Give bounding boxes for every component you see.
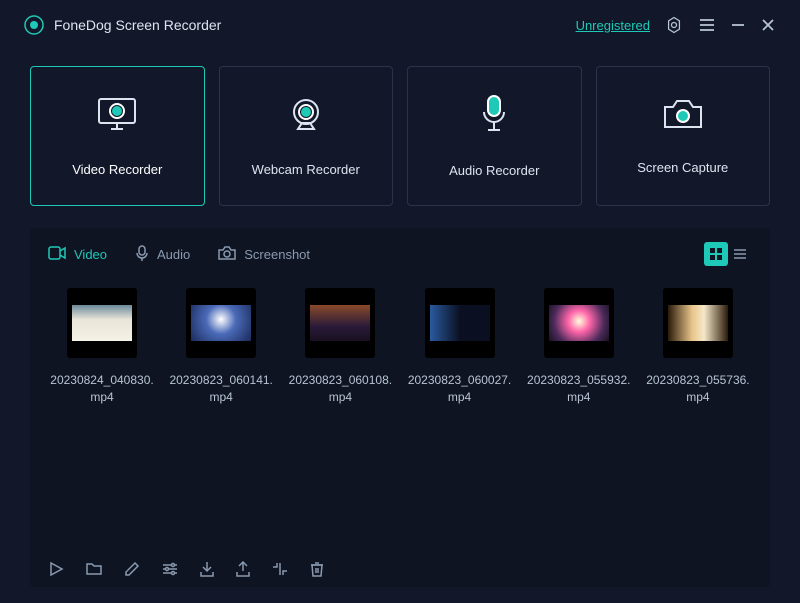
titlebar: FoneDog Screen Recorder Unregistered: [0, 0, 800, 50]
tab-audio-label: Audio: [157, 247, 190, 262]
app-title: FoneDog Screen Recorder: [54, 17, 221, 33]
file-item[interactable]: 20230823_055736.mp4: [644, 288, 752, 406]
recordings-panel: Video Audio Screenshot: [30, 228, 770, 587]
export-button[interactable]: [236, 561, 250, 577]
grid-view-button[interactable]: [704, 242, 728, 266]
unregistered-link[interactable]: Unregistered: [576, 18, 650, 33]
mode-row: Video Recorder Webcam Recorder Audio Rec…: [0, 50, 800, 214]
view-toggle: [704, 242, 752, 266]
thumbnail: [186, 288, 256, 358]
audio-tab-icon: [135, 245, 149, 264]
file-name: 20230823_055736.mp4: [644, 372, 752, 406]
file-name: 20230823_060141.mp4: [167, 372, 275, 406]
file-item[interactable]: 20230824_040830.mp4: [48, 288, 156, 406]
panel-toolbar: [48, 551, 752, 577]
camera-icon: [661, 97, 705, 138]
play-button[interactable]: [48, 561, 64, 577]
close-button[interactable]: [760, 17, 776, 33]
edit-button[interactable]: [124, 561, 140, 577]
adjust-button[interactable]: [162, 561, 178, 577]
microphone-icon: [478, 94, 510, 141]
file-item[interactable]: 20230823_060108.mp4: [286, 288, 394, 406]
mode-label-webcam: Webcam Recorder: [252, 162, 360, 177]
tab-video[interactable]: Video: [48, 246, 107, 263]
file-name: 20230823_055932.mp4: [525, 372, 633, 406]
titlebar-right: Unregistered: [576, 15, 776, 35]
file-name: 20230823_060108.mp4: [286, 372, 394, 406]
thumbnail: [305, 288, 375, 358]
thumbnail-grid: 20230824_040830.mp4 20230823_060141.mp4 …: [48, 288, 752, 406]
thumbnail: [67, 288, 137, 358]
mode-label-capture: Screen Capture: [637, 160, 728, 175]
mode-label-video: Video Recorder: [72, 162, 162, 177]
file-item[interactable]: 20230823_060027.mp4: [406, 288, 514, 406]
app-logo-icon: [24, 15, 44, 35]
tab-screenshot[interactable]: Screenshot: [218, 246, 310, 263]
convert-button[interactable]: [272, 561, 288, 577]
monitor-record-icon: [93, 95, 141, 140]
tab-screenshot-label: Screenshot: [244, 247, 310, 262]
mode-card-webcam-recorder[interactable]: Webcam Recorder: [219, 66, 394, 206]
panel-tabs: Video Audio Screenshot: [48, 242, 752, 266]
thumbnail: [544, 288, 614, 358]
thumbnail: [425, 288, 495, 358]
open-folder-button[interactable]: [86, 561, 102, 577]
import-button[interactable]: [200, 561, 214, 577]
mode-card-audio-recorder[interactable]: Audio Recorder: [407, 66, 582, 206]
mode-card-video-recorder[interactable]: Video Recorder: [30, 66, 205, 206]
app-window: FoneDog Screen Recorder Unregistered Vid…: [0, 0, 800, 603]
screenshot-tab-icon: [218, 246, 236, 263]
mode-card-screen-capture[interactable]: Screen Capture: [596, 66, 771, 206]
file-item[interactable]: 20230823_055932.mp4: [525, 288, 633, 406]
tab-video-label: Video: [74, 247, 107, 262]
mode-label-audio: Audio Recorder: [449, 163, 539, 178]
list-view-button[interactable]: [728, 242, 752, 266]
file-name: 20230823_060027.mp4: [406, 372, 514, 406]
tab-audio[interactable]: Audio: [135, 245, 190, 264]
thumbnail: [663, 288, 733, 358]
file-item[interactable]: 20230823_060141.mp4: [167, 288, 275, 406]
delete-button[interactable]: [310, 561, 324, 577]
titlebar-left: FoneDog Screen Recorder: [24, 15, 221, 35]
menu-button[interactable]: [698, 16, 716, 34]
settings-button[interactable]: [664, 15, 684, 35]
file-name: 20230824_040830.mp4: [48, 372, 156, 406]
video-tab-icon: [48, 246, 66, 263]
minimize-button[interactable]: [730, 17, 746, 33]
webcam-icon: [286, 95, 326, 140]
